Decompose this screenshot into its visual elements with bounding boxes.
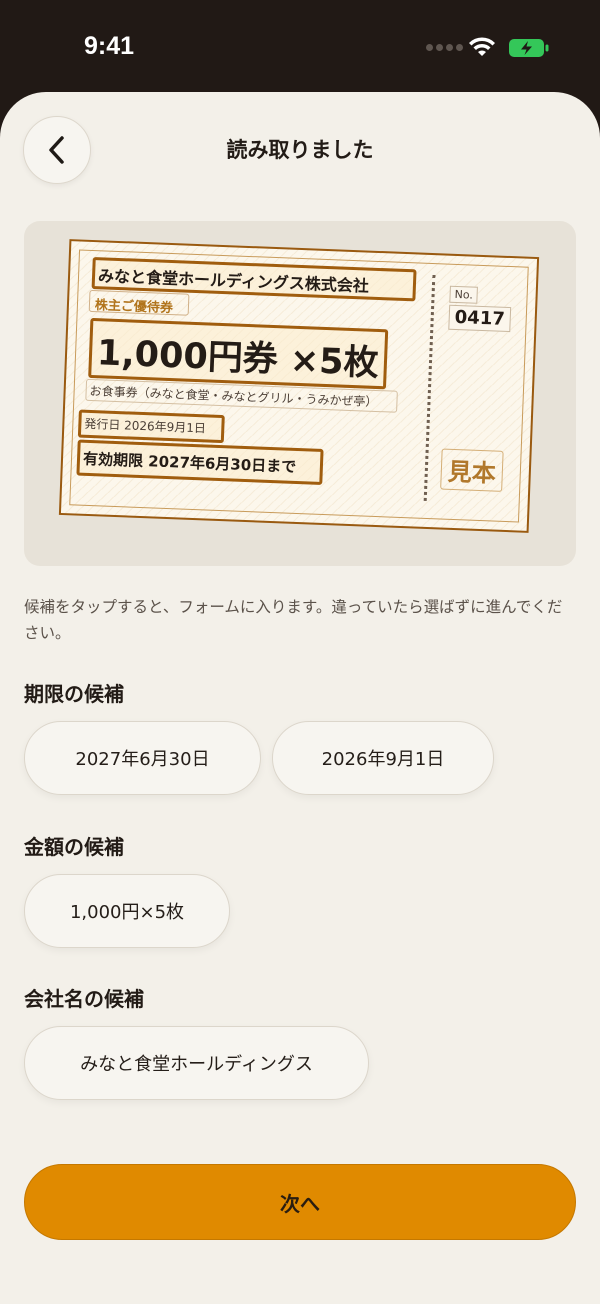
scan-result-sheet: 読み取りました みなと食堂ホールディングス株式会社 株主ご優待券 1,000円券… — [0, 92, 600, 1304]
ticket-image: みなと食堂ホールディングス株式会社 株主ご優待券 1,000円券 ×5枚 お食事… — [58, 239, 540, 533]
ticket-badge: 株主ご優待券 — [94, 298, 174, 317]
next-button[interactable]: 次へ — [24, 1164, 576, 1240]
status-bar: 9:41 — [0, 0, 600, 92]
deadline-chip[interactable]: 2027年6月30日 — [24, 721, 261, 795]
wifi-icon — [469, 37, 495, 56]
ticket-number: 0417 — [448, 304, 512, 333]
company-section-heading: 会社名の候補 — [24, 987, 144, 1011]
battery-charging-icon — [509, 39, 549, 57]
company-chip[interactable]: みなと食堂ホールディングス — [24, 1026, 369, 1100]
page-title: 読み取りました — [226, 138, 374, 162]
ticket-amount: 1,000円券 ×5枚 — [96, 333, 380, 385]
status-time: 9:41 — [84, 32, 135, 60]
cellular-signal-icon — [426, 44, 463, 51]
scanned-ticket-preview: みなと食堂ホールディングス株式会社 株主ご優待券 1,000円券 ×5枚 お食事… — [24, 221, 576, 566]
ticket-number-label: No. — [449, 285, 479, 304]
deadline-section-heading: 期限の候補 — [24, 682, 124, 706]
amount-chip[interactable]: 1,000円×5枚 — [24, 874, 230, 948]
deadline-chip[interactable]: 2026年9月1日 — [272, 721, 494, 795]
helper-text: 候補をタップすると、フォームに入ります。違っていたら選ばずに進んでください。 — [24, 598, 563, 642]
amount-section-heading: 金額の候補 — [24, 835, 124, 859]
sample-stamp: 見本 — [440, 448, 504, 492]
